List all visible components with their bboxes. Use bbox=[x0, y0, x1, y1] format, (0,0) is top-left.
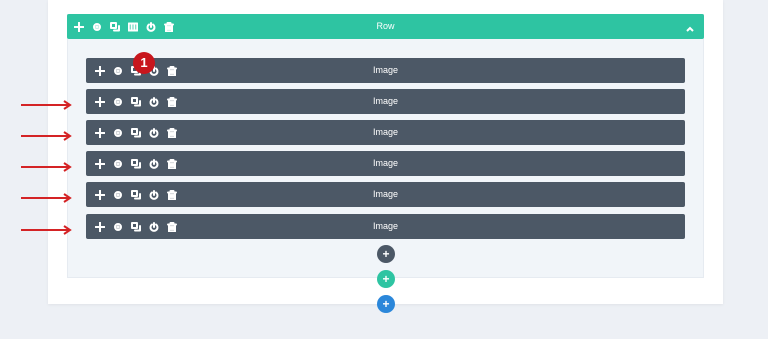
arrow-right-icon bbox=[20, 222, 72, 235]
step-badge: 1 bbox=[133, 52, 155, 74]
image-module[interactable]: Image bbox=[86, 120, 685, 145]
image-module[interactable]: Image bbox=[86, 214, 685, 239]
add-section-button[interactable]: + bbox=[377, 295, 395, 313]
arrow-right-icon bbox=[20, 128, 72, 141]
add-row-button[interactable]: + bbox=[377, 270, 395, 288]
module-title: Image bbox=[372, 158, 398, 168]
arrow-right-icon bbox=[20, 190, 72, 203]
chevron-up-icon[interactable] bbox=[685, 21, 695, 32]
module-title: Image bbox=[372, 127, 398, 137]
arrow-right-icon bbox=[20, 97, 72, 110]
module-title: Image bbox=[372, 189, 398, 199]
module-title: Image bbox=[372, 65, 398, 75]
arrow-right-icon bbox=[20, 159, 72, 172]
row-header[interactable]: Row bbox=[67, 14, 704, 39]
add-module-button[interactable]: + bbox=[377, 245, 395, 263]
image-module[interactable]: Image bbox=[86, 182, 685, 207]
image-module[interactable]: Image bbox=[86, 58, 685, 83]
image-module[interactable]: Image bbox=[86, 151, 685, 176]
module-title: Image bbox=[372, 221, 398, 231]
row-title: Row bbox=[376, 21, 395, 31]
module-title: Image bbox=[372, 96, 398, 106]
image-module[interactable]: Image bbox=[86, 89, 685, 114]
